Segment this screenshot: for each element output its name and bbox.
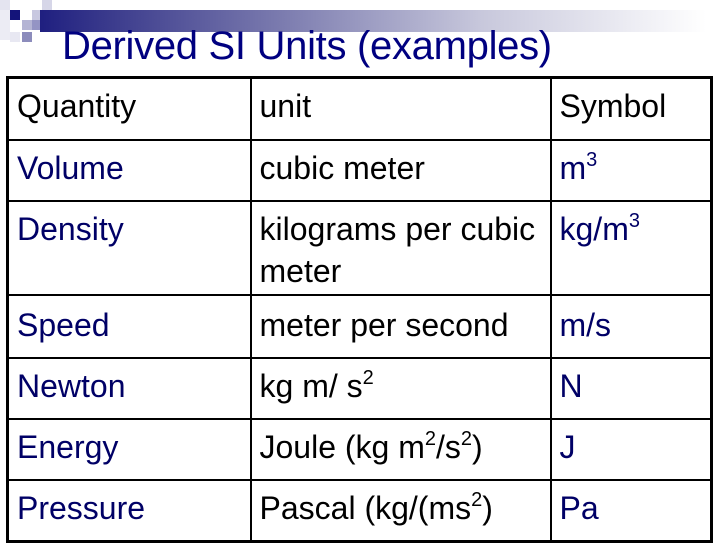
unit-text: Pascal (kg/(ms xyxy=(259,490,472,526)
table-row: Energy Joule (kg m2/s2) J xyxy=(6,418,713,481)
unit-superscript: 2 xyxy=(424,428,437,450)
unit-superscript: 2 xyxy=(460,428,473,450)
symbol-cell: m3 xyxy=(549,139,713,202)
symbol-base: N xyxy=(559,368,583,404)
symbol-cell: N xyxy=(549,357,713,420)
unit-cell: Joule (kg m2/s2) xyxy=(249,418,552,481)
quantity-cell: Newton xyxy=(6,357,252,420)
symbol-cell: J xyxy=(549,418,713,481)
symbol-base: m/s xyxy=(559,307,612,343)
slide-title: Derived SI Units (examples) xyxy=(62,24,552,68)
unit-superscript: 2 xyxy=(362,367,374,389)
symbol-base: Pa xyxy=(559,490,599,526)
table-header-row: Quantity unit Symbol xyxy=(6,76,713,141)
decor-square-light xyxy=(0,10,10,40)
table-row: Newton kg m/ s2 N xyxy=(6,357,713,420)
quantity-cell: Volume xyxy=(6,139,252,202)
quantity-cell: Density xyxy=(6,200,252,296)
unit-text: /s xyxy=(436,429,461,465)
decor-square-mid xyxy=(22,32,32,42)
unit-text: Joule (kg m xyxy=(259,429,425,465)
unit-text: ) xyxy=(482,490,493,526)
symbol-cell: kg/m3 xyxy=(549,200,713,296)
unit-cell: Pascal (kg/(ms2) xyxy=(249,479,552,543)
symbol-superscript: 3 xyxy=(628,210,640,232)
table-row: Pressure Pascal (kg/(ms2) Pa xyxy=(6,479,713,543)
unit-text: ) xyxy=(472,429,483,465)
unit-superscript: 2 xyxy=(471,489,483,511)
symbol-cell: m/s xyxy=(549,294,713,359)
symbol-base: kg/m xyxy=(559,211,629,247)
quantity-cell: Energy xyxy=(6,418,252,481)
unit-cell: kg m/ s2 xyxy=(249,357,552,420)
decor-square-mid xyxy=(42,0,52,10)
unit-cell: kilograms per cubic meter xyxy=(249,200,552,296)
table-row: Speed meter per second m/s xyxy=(6,294,713,359)
unit-cell: meter per second xyxy=(249,294,552,359)
table-row: Density kilograms per cubic meter kg/m3 xyxy=(6,200,713,296)
quantity-cell: Pressure xyxy=(6,479,252,543)
header-symbol: Symbol xyxy=(549,76,713,141)
symbol-superscript: 3 xyxy=(586,149,598,171)
derived-units-table: Quantity unit Symbol Volume cubic meter … xyxy=(6,76,713,543)
unit-cell: cubic meter xyxy=(249,139,552,202)
decor-square-light xyxy=(10,32,20,42)
symbol-cell: Pa xyxy=(549,479,713,543)
header-quantity: Quantity xyxy=(6,76,252,141)
header-unit: unit xyxy=(249,76,552,141)
unit-base: kg m/ s xyxy=(259,368,363,404)
decor-square-light xyxy=(0,0,10,10)
symbol-base: J xyxy=(559,429,576,465)
decor-square-dark xyxy=(10,10,20,20)
table-row: Volume cubic meter m3 xyxy=(6,139,713,202)
symbol-base: m xyxy=(559,150,587,186)
decor-square-mid xyxy=(22,20,32,30)
quantity-cell: Speed xyxy=(6,294,252,359)
